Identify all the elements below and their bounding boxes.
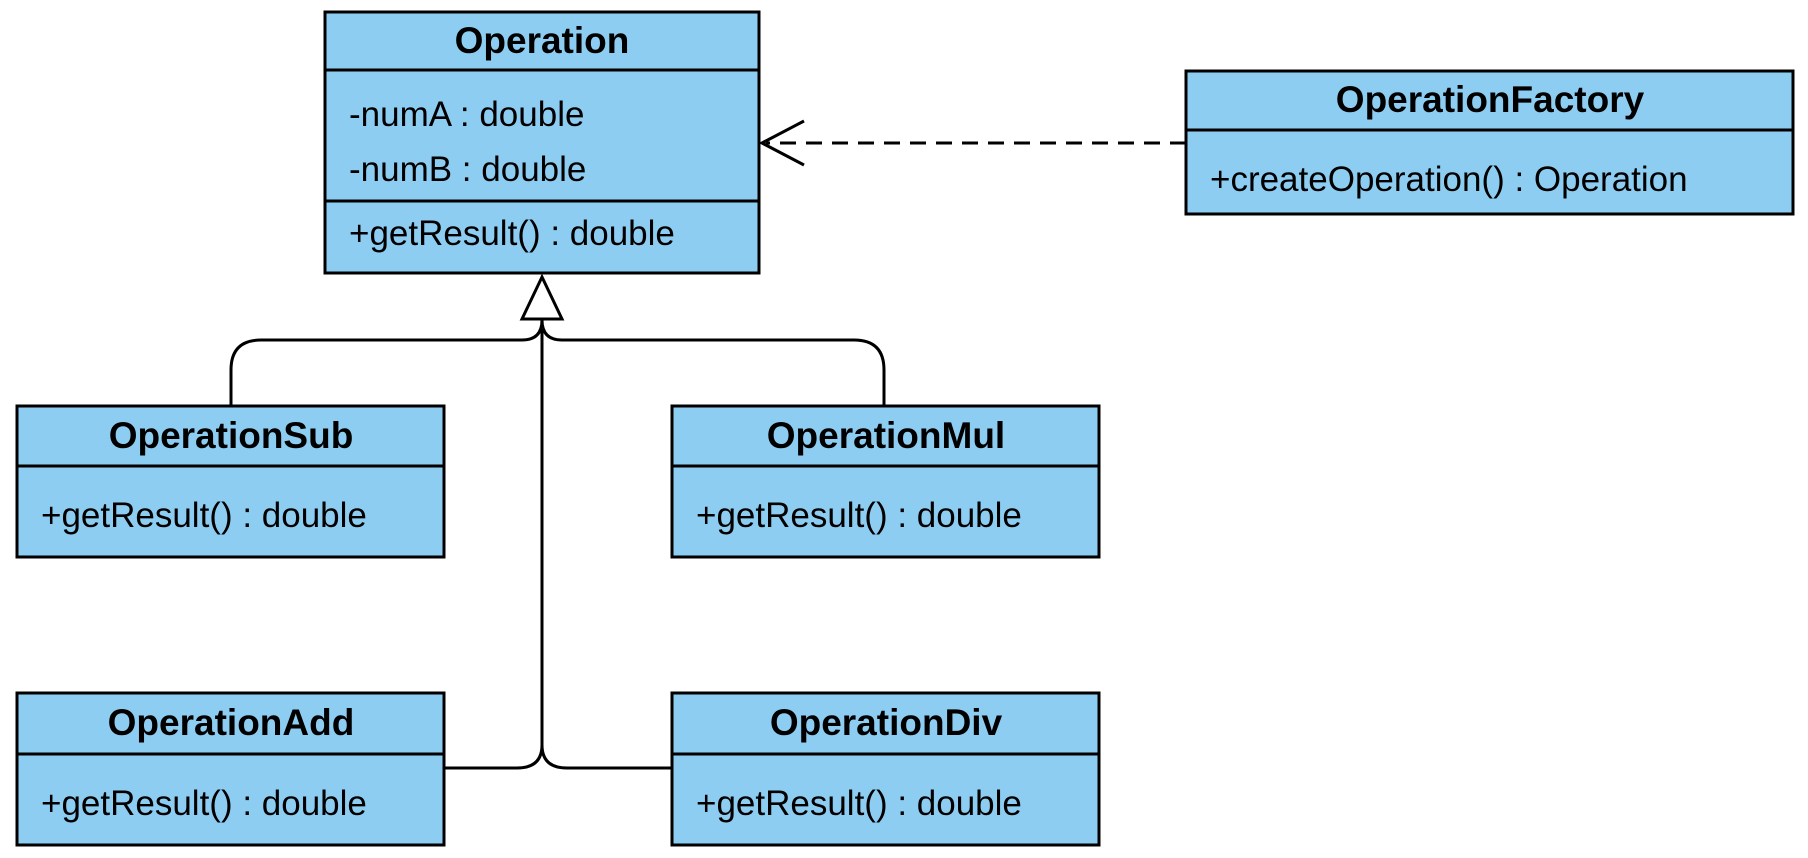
class-name: Operation [455, 20, 630, 61]
uml-diagram: Operation -numA : double -numB : double … [15, 10, 1795, 847]
class-name: OperationFactory [1336, 79, 1645, 120]
method: +getResult() : double [349, 214, 675, 253]
class-name: OperationDiv [770, 702, 1003, 743]
connector-mul [540, 319, 886, 406]
attribute: -numA : double [349, 95, 584, 134]
class-operation-sub[interactable]: OperationSub +getResult() : double [15, 404, 446, 559]
connector-add [444, 744, 544, 770]
method: +getResult() : double [696, 496, 1022, 535]
class-name: OperationSub [109, 415, 354, 456]
attribute: -numB : double [349, 150, 586, 189]
generalization-arrowhead [519, 273, 565, 321]
connector-sub [229, 319, 544, 406]
method: +getResult() : double [696, 784, 1022, 823]
class-operation-add[interactable]: OperationAdd +getResult() : double [15, 691, 446, 847]
class-name: OperationMul [767, 415, 1005, 456]
class-operation[interactable]: Operation -numA : double -numB : double … [323, 10, 761, 275]
connector-div [540, 744, 672, 770]
class-name: OperationAdd [108, 702, 355, 743]
class-operation-factory[interactable]: OperationFactory +createOperation() : Op… [1184, 69, 1795, 216]
class-operation-mul[interactable]: OperationMul +getResult() : double [670, 404, 1101, 559]
method: +getResult() : double [41, 784, 367, 823]
dependency-connector [758, 119, 1186, 167]
class-operation-div[interactable]: OperationDiv +getResult() : double [670, 691, 1101, 847]
method: +createOperation() : Operation [1210, 160, 1688, 199]
method: +getResult() : double [41, 496, 367, 535]
